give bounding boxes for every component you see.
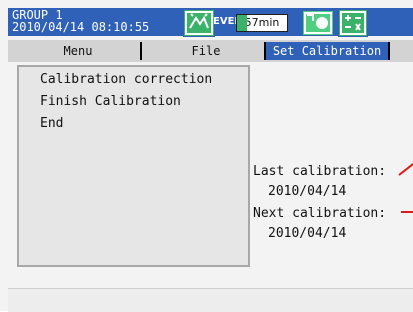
calibration-screen: GROUP 1 2010/04/14 08:10:55 EVENT 57min [0, 0, 413, 312]
last-calibration-label: Last calibration: [253, 164, 387, 179]
menu-item-calibration-correction[interactable]: Calibration correction [40, 72, 212, 88]
menu-item-end[interactable]: End [40, 116, 63, 132]
time-remaining-text: 57min [244, 16, 280, 29]
menu-item-finish-calibration[interactable]: Finish Calibration [40, 94, 181, 110]
record-icon[interactable] [183, 9, 215, 37]
status-bar: GROUP 1 2010/04/14 08:10:55 EVENT 57min [8, 8, 413, 37]
time-remaining: 57min [236, 14, 288, 32]
tab-file[interactable]: File [146, 42, 266, 60]
calibration-menu: Calibration correction Finish Calibratio… [17, 65, 250, 267]
next-calibration-warning-mark [401, 211, 413, 213]
tab-menu[interactable]: Menu [18, 42, 138, 60]
select-icon[interactable] [302, 10, 334, 36]
next-calibration-label: Next calibration: [253, 206, 387, 221]
bottom-bar [8, 288, 413, 312]
tab-bar: Menu File Set Calibration [8, 40, 413, 62]
next-calibration-date: 2010/04/14 [268, 226, 347, 241]
current-datetime: 2010/04/14 08:10:55 [12, 20, 150, 34]
last-calibration-warning-mark [398, 163, 413, 176]
last-calibration-date: 2010/04/14 [268, 184, 347, 199]
tab-separator [140, 42, 142, 60]
time-remaining-fill [237, 15, 247, 31]
math-icon[interactable] [338, 9, 368, 37]
tab-set-calibration[interactable]: Set Calibration [264, 42, 390, 60]
